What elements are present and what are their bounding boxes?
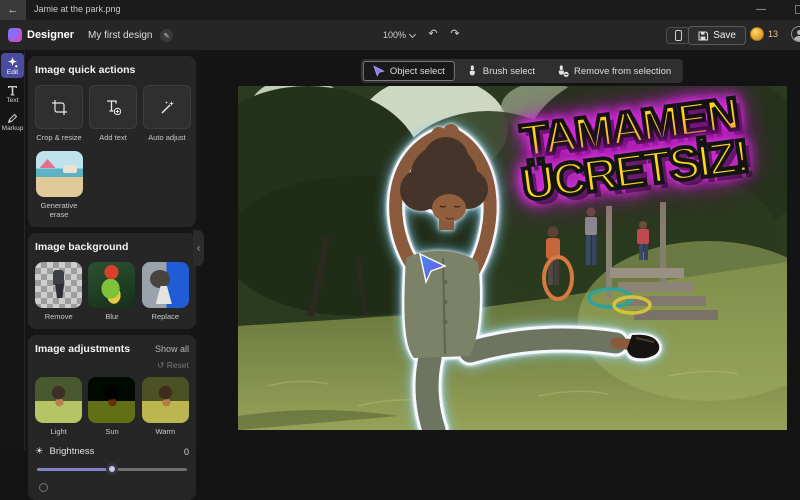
section-image-quick-actions: Image quick actions Crop & resize [28,56,196,227]
selection-toolbar: Object select Brush select Remove from s… [361,59,683,83]
reset-icon: ↺ [157,360,164,370]
save-label: Save [713,30,736,41]
maximize-button[interactable] [795,5,800,14]
remove-from-selection-button[interactable]: Remove from selection [547,61,681,81]
preset-light-label: Light [51,427,67,436]
reset-label: Reset [167,360,189,370]
avatar[interactable] [791,26,800,42]
edit-design-icon[interactable]: ✎ [160,29,173,42]
section-title: Image quick actions [35,64,189,76]
back-button[interactable]: ← [0,0,26,20]
background-blur-label: Blur [105,312,118,321]
window-titlebar: ← Jamie at the park.png — [0,0,800,20]
park-photo[interactable]: TAMAMEN ÜCRETSİZ! [238,86,787,430]
brush-icon [467,65,478,77]
redo-button[interactable]: ↷ [447,27,463,40]
section-image-background: Image background Remove Blur Replace [28,233,196,329]
brightness-icon: ☀ [35,446,44,457]
canvas-area[interactable]: Object select Brush select Remove from s… [200,50,800,450]
crop-icon [52,100,67,115]
magic-wand-icon [160,100,175,115]
object-select-button[interactable]: Object select [363,61,455,81]
rail-tab-label: Edit [7,69,18,76]
edit-panel: Image quick actions Crop & resize [26,50,200,450]
generative-erase-label: Generative erase [35,201,83,219]
sparkle-wand-icon [7,56,18,68]
object-select-label: Object select [390,66,445,77]
tab-title: Jamie at the park.png [34,4,121,14]
section-image-adjustments: Image adjustments Show all ↺ Reset Light… [28,335,196,500]
rail-tab-label: Text [7,97,19,104]
add-text-icon [106,100,121,115]
section-title: Image adjustments [35,343,130,355]
brush-minus-icon [557,65,569,77]
designer-logo-icon [8,28,22,42]
auto-adjust-button[interactable] [143,85,191,129]
add-text-button[interactable] [89,85,137,129]
brush-select-button[interactable]: Brush select [457,61,545,81]
brush-select-label: Brush select [483,66,535,77]
undo-button[interactable]: ↶ [425,27,441,40]
reset-button[interactable]: ↺ Reset [35,360,189,371]
credits-badge[interactable]: 13 [750,27,778,41]
coin-icon [750,27,764,41]
add-text-label: Add text [99,133,127,142]
next-adjustment-icon [39,483,48,492]
slider-fill [37,468,112,471]
object-select-cursor-icon [373,65,385,77]
app-header: Designer My first design ✎ 100% ↶ ↷ Save… [0,20,800,50]
auto-adjust-label: Auto adjust [148,133,186,142]
remove-from-selection-label: Remove from selection [574,66,671,77]
rail-tab-text[interactable]: Text [1,81,24,106]
preset-warm-label: Warm [155,427,175,436]
minimize-button[interactable]: — [752,1,770,17]
brightness-label: Brightness [50,446,95,457]
save-button[interactable]: Save [688,26,746,45]
background-remove-thumbnail[interactable] [35,262,82,308]
crop-resize-button[interactable] [35,85,83,129]
preset-warm-thumbnail[interactable] [142,377,189,423]
background-remove-label: Remove [45,312,73,321]
mobile-preview-button[interactable] [666,27,690,44]
section-title: Image background [35,241,189,253]
app-name: Designer [27,29,74,41]
save-icon [698,31,708,41]
background-blur-thumbnail[interactable] [88,262,135,308]
phone-icon [675,30,682,41]
show-all-link[interactable]: Show all [155,344,189,354]
preset-sun-thumbnail[interactable] [88,377,135,423]
brightness-value: 0 [184,447,189,457]
chevron-down-icon [409,30,416,37]
preset-sun-label: Sun [105,427,118,436]
preset-light-thumbnail[interactable] [35,377,82,423]
left-rail: Edit Text Markup [0,50,25,450]
crop-resize-label: Crop & resize [36,133,81,142]
brightness-slider[interactable] [37,463,187,475]
rail-tab-edit[interactable]: Edit [1,53,24,78]
background-replace-thumbnail[interactable] [142,262,189,308]
pen-icon [7,112,18,124]
rail-tab-markup[interactable]: Markup [1,109,24,134]
rail-tab-label: Markup [2,125,24,132]
slider-knob[interactable] [106,463,118,475]
credit-count: 13 [768,29,778,39]
text-icon [7,84,18,96]
zoom-control[interactable]: 100% [383,30,415,40]
design-name[interactable]: My first design [88,30,152,41]
background-replace-label: Replace [152,312,180,321]
zoom-value: 100% [383,30,406,40]
generative-erase-thumbnail[interactable] [36,151,83,197]
panel-collapse-button[interactable]: ‹ [193,230,204,266]
